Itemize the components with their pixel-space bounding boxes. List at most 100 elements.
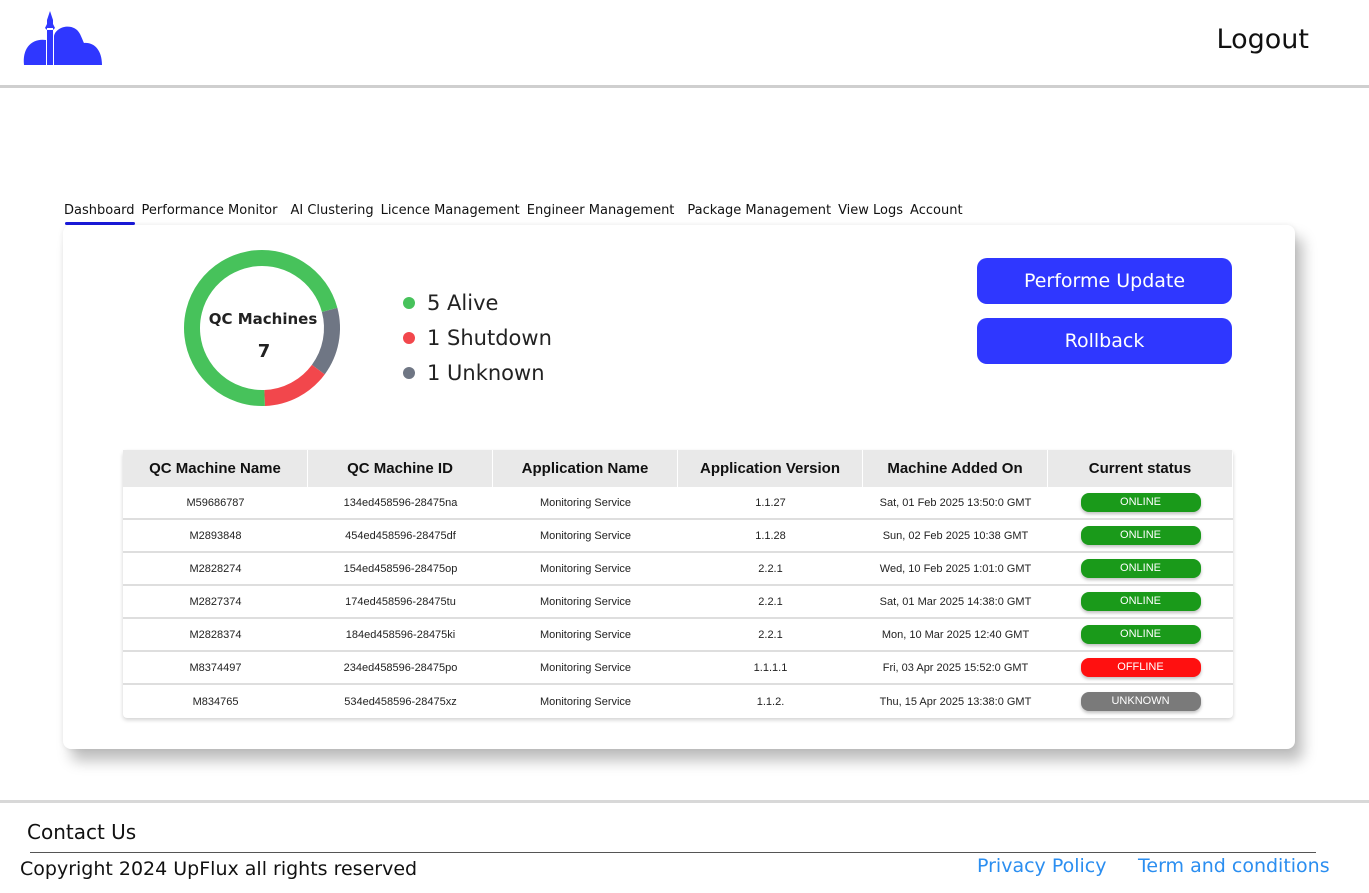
legend-label-alive: 5 Alive [427,290,499,315]
cell-application-name: Monitoring Service [539,695,632,708]
footer-rule [30,852,1316,853]
rollback-button[interactable]: Rollback [977,318,1232,364]
column-header: Application Name [493,450,677,487]
status-badge: OFFLINE [1080,658,1201,677]
header-divider [0,85,1369,88]
cell-current-status: ONLINE [1048,625,1233,644]
shutdown-dot-icon [403,331,415,344]
status-badge: ONLINE [1080,592,1201,611]
privacy-policy-link[interactable]: Privacy Policy [977,855,1106,877]
cell-machine-id: 454ed458596-28475df [345,529,456,542]
cell-machine-id: 134ed458596-28475na [343,496,458,509]
cell-current-status: ONLINE [1048,493,1233,512]
table-row[interactable]: M8374497 234ed458596-28475po Monitoring Se… [123,652,1233,685]
cell-application-version: 1.1.28 [755,529,786,542]
cell-current-status: OFFLINE [1048,658,1233,677]
cell-application-name: Monitoring Service [539,529,632,542]
legend-item-unknown: 1 Unknown [403,355,552,390]
machines-donut-chart [184,250,340,406]
cell-application-name: Monitoring Service [539,661,632,674]
footer-divider [0,800,1369,803]
cell-machine-name: M2893848 [189,529,242,542]
table-row[interactable]: M2893848 454ed458596-28475df Monitoring Se… [123,520,1233,553]
cell-machine-id: 174ed458596-28475tu [345,595,456,608]
cell-application-name: Monitoring Service [539,562,632,575]
cell-application-name: Monitoring Service [539,628,632,641]
tab-view-logs[interactable]: View Logs [838,203,903,222]
dashboard-card: QC Machines 7 5 Alive 1 Shutdown 1 Unkno… [63,225,1295,749]
table-row[interactable]: M59686787 134ed458596-28475na Monitoring S… [123,487,1233,520]
table-row[interactable]: M2827374 174ed458596-28475tu Monitoring Se… [123,586,1233,619]
cell-application-version: 1.1.27 [755,496,786,509]
cell-added-on: Wed, 10 Feb 2025 1:01:0 GMT [879,562,1032,575]
cell-machine-id: 234ed458596-28475po [343,661,458,674]
cell-machine-id: 534ed458596-28475xz [344,695,457,708]
cell-machine-name: M59686787 [186,496,245,509]
cell-machine-id: 184ed458596-28475ki [345,628,456,641]
upflux-logo-icon[interactable] [22,8,104,68]
cell-application-version: 2.2.1 [758,562,783,575]
cell-machine-name: M8374497 [189,661,242,674]
table-row[interactable]: M2828374 184ed458596-28475ki Monitoring Se… [123,619,1233,652]
donut-segment [264,364,325,406]
cell-application-version: 2.2.1 [758,595,783,608]
table-row[interactable]: M2828274 154ed458596-28475op Monitoring Se… [123,553,1233,586]
status-badge: ONLINE [1080,493,1201,512]
cell-current-status: ONLINE [1048,559,1233,578]
status-badge: ONLINE [1080,625,1201,644]
cell-machine-name: M834765 [192,695,239,708]
cell-application-version: 1.1.1.1 [753,661,788,674]
tab-engineer-management[interactable]: Engineer Management [527,203,675,222]
tab-dashboard[interactable]: Dashboard [64,203,135,225]
table-body: M59686787 134ed458596-28475na Monitoring S… [123,487,1233,718]
cell-added-on: Mon, 10 Mar 2025 12:40 GMT [881,628,1030,641]
perform-update-button[interactable]: Performe Update [977,258,1232,304]
cell-machine-name: M2828374 [189,628,242,641]
column-header: Machine Added On [863,450,1047,487]
column-header: Application Version [678,450,862,487]
cell-added-on: Thu, 15 Apr 2025 13:38:0 GMT [879,695,1032,708]
machines-table: QC Machine Name QC Machine ID Applicatio… [123,450,1233,718]
legend-label-shutdown: 1 Shutdown [427,325,552,350]
copyright-text: Copyright 2024 UpFlux all rights reserve… [20,858,418,880]
column-header: Current status [1048,450,1232,487]
cell-application-version: 1.1.2. [756,695,785,708]
table-row[interactable]: M834765 534ed458596-28475xz Monitoring Ser… [123,685,1233,718]
donut-total: 7 [257,341,271,362]
cell-machine-name: M2828274 [189,562,242,575]
cell-added-on: Sat, 01 Mar 2025 14:38:0 GMT [879,595,1032,608]
status-legend: 5 Alive 1 Shutdown 1 Unknown [403,285,552,390]
cell-application-version: 2.2.1 [758,628,783,641]
column-header: QC Machine Name [123,450,307,487]
column-header: QC Machine ID [308,450,492,487]
cell-current-status: ONLINE [1048,526,1233,545]
tab-account[interactable]: Account [910,203,963,222]
table-header: QC Machine Name QC Machine ID Applicatio… [123,450,1233,487]
legend-item-shutdown: 1 Shutdown [403,320,552,355]
contact-us-link[interactable]: Contact Us [27,820,136,844]
status-badge: UNKNOWN [1080,692,1201,711]
unknown-dot-icon [403,366,415,379]
cell-application-name: Monitoring Service [539,595,632,608]
donut-title: QC Machines [208,310,318,328]
header: Logout [0,0,1369,86]
cell-machine-name: M2827374 [189,595,242,608]
tab-ai-clustering[interactable]: AI Clustering [290,203,373,222]
status-badge: ONLINE [1080,559,1201,578]
logout-link[interactable]: Logout [1217,24,1309,55]
cell-added-on: Fri, 03 Apr 2025 15:52:0 GMT [882,661,1029,674]
tab-performance-monitor[interactable]: Performance Monitor [142,203,278,222]
tab-licence-management[interactable]: Licence Management [381,203,520,222]
cell-current-status: ONLINE [1048,592,1233,611]
legend-item-alive: 5 Alive [403,285,552,320]
main-nav-tabs: Dashboard Performance Monitor AI Cluster… [64,203,970,225]
cell-machine-id: 154ed458596-28475op [343,562,458,575]
terms-link[interactable]: Term and conditions [1138,855,1330,877]
legend-label-unknown: 1 Unknown [427,360,545,385]
alive-dot-icon [403,296,415,309]
status-badge: ONLINE [1080,526,1201,545]
cell-added-on: Sat, 01 Feb 2025 13:50:0 GMT [879,496,1032,509]
cell-added-on: Sun, 02 Feb 2025 10:38 GMT [882,529,1029,542]
tab-package-management[interactable]: Package Management [687,203,831,222]
cell-application-name: Monitoring Service [539,496,632,509]
